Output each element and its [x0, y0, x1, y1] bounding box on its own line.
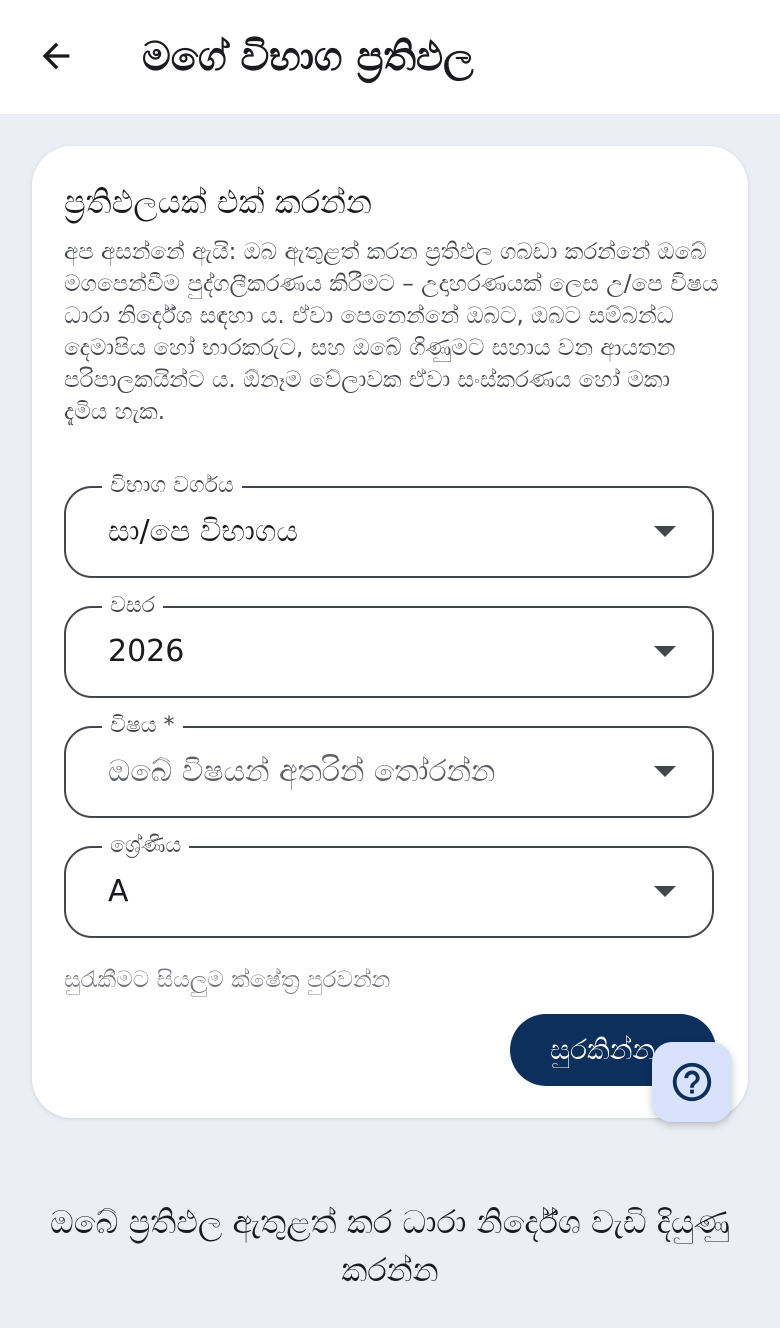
arrow-left-icon: [42, 42, 70, 70]
exam-type-value: සා/පෙ විභාගය: [108, 514, 298, 549]
page-title: මගේ විභාග ප්‍රතිඵල: [142, 34, 474, 80]
year-dropdown[interactable]: වසර 2026: [64, 592, 714, 698]
grade-value: A: [108, 874, 129, 909]
privacy-explanation: අප අසන්නේ ඇයි: ඔබ ඇතුළත් කරන ප්‍රතිඵල ගබ…: [64, 239, 719, 425]
year-value: 2026: [108, 634, 185, 669]
form-helper-text: සුරැකීමට සියලුම ක්ෂේත්‍ර පුරවන්න: [64, 967, 391, 993]
subject-placeholder: ඔබේ විෂයන් අතරින් තෝරන්න: [108, 754, 496, 789]
dropdown-arrow-icon: [654, 886, 676, 897]
footer-message: ඔබේ ප්‍රතිඵල ඇතුළත් කර ධාරා නිර්දේශ වැඩි…: [50, 1203, 730, 1289]
grade-dropdown[interactable]: ශ්‍රේණිය A: [64, 832, 714, 938]
top-app-bar: මගේ විභාග ප්‍රතිඵල: [0, 0, 780, 114]
subject-dropdown[interactable]: විෂය * ඔබේ විෂයන් අතරින් තෝරන්න: [64, 712, 714, 818]
exam-type-dropdown[interactable]: විභාග වර්ගය සා/පෙ විභාගය: [64, 472, 714, 578]
help-button[interactable]: [652, 1042, 732, 1122]
card-title: ප්‍රතිඵලයක් එක් කරන්න: [64, 183, 372, 221]
back-button[interactable]: [22, 22, 90, 90]
dropdown-arrow-icon: [654, 766, 676, 777]
help-circle-icon: [672, 1062, 712, 1102]
add-result-card: ප්‍රතිඵලයක් එක් කරන්න අප අසන්නේ ඇයි: ඔබ …: [32, 146, 748, 1118]
dropdown-arrow-icon: [654, 646, 676, 657]
dropdown-arrow-icon: [654, 526, 676, 537]
